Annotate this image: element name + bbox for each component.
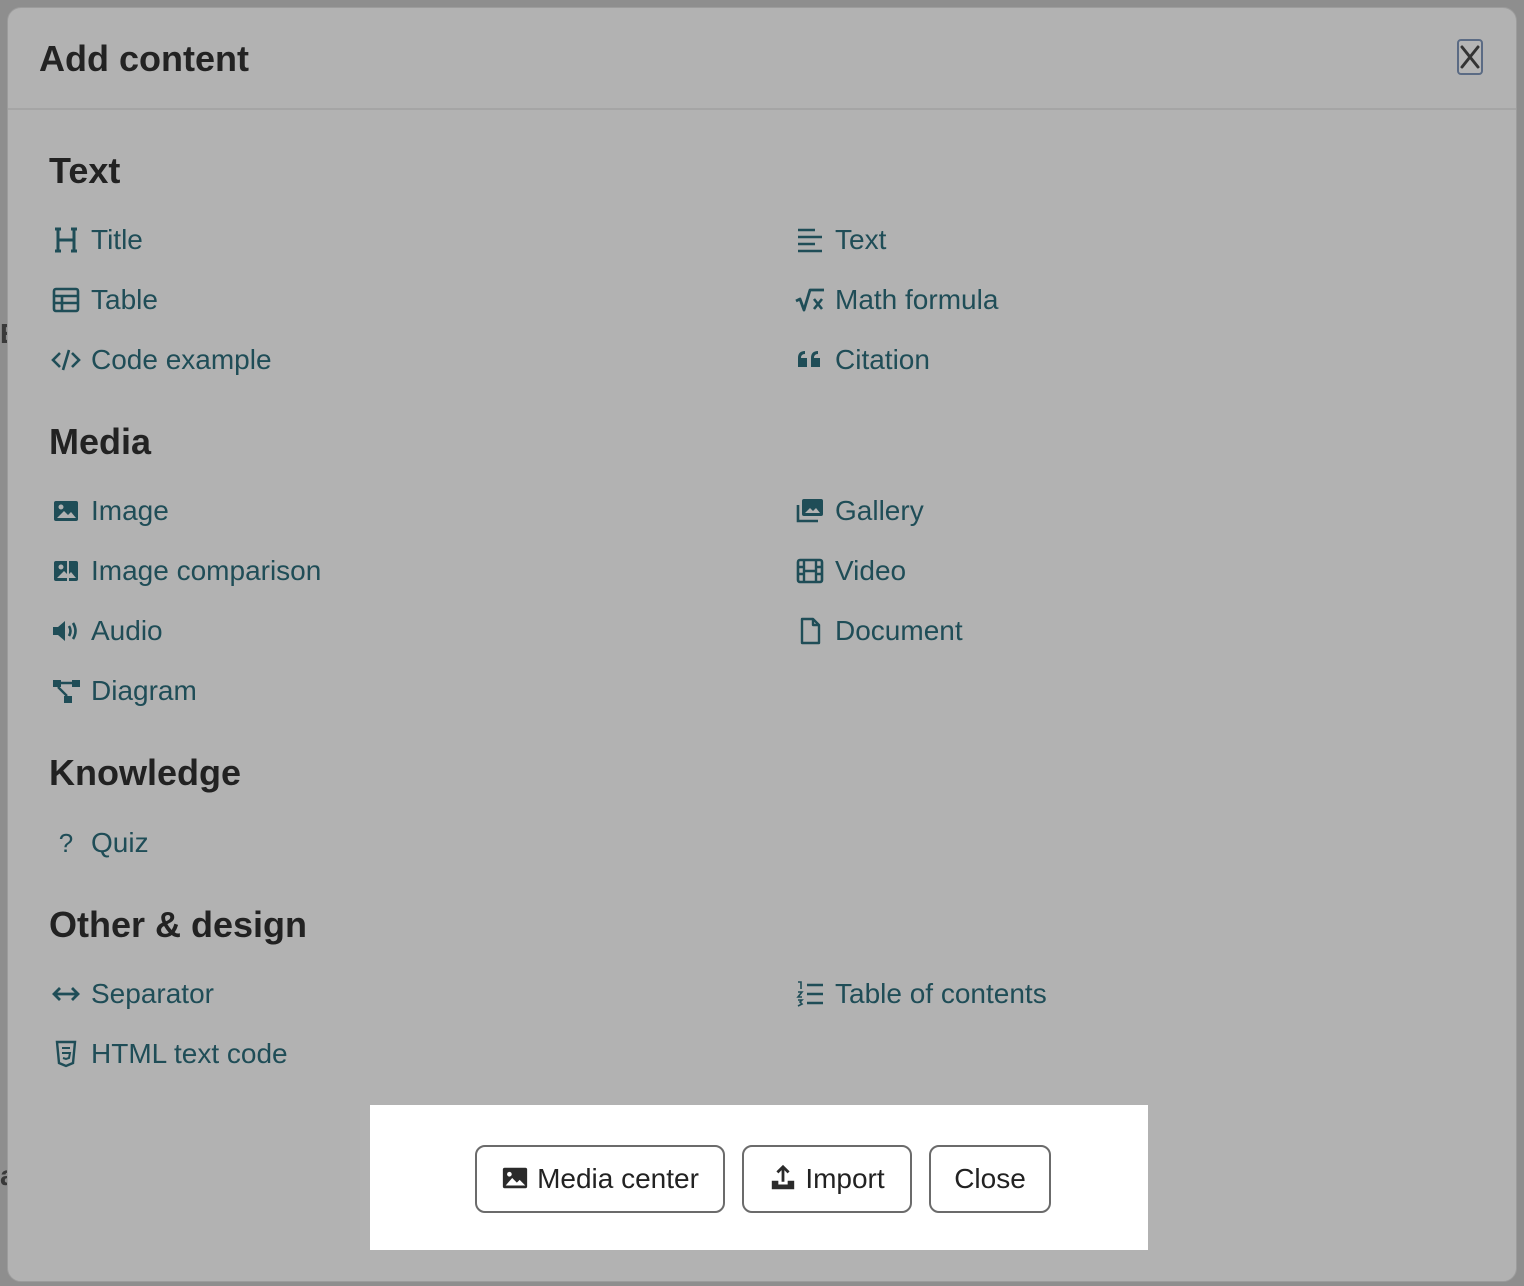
add-citation-item[interactable]: Citation xyxy=(793,340,930,380)
item-label: Table xyxy=(91,284,158,315)
quote-icon xyxy=(793,343,827,377)
add-diagram-item[interactable]: Diagram xyxy=(49,671,197,711)
upload-icon xyxy=(769,1164,799,1194)
add-title-item[interactable]: Title xyxy=(49,220,143,260)
diagram-icon xyxy=(49,674,83,708)
close-dialog-button[interactable] xyxy=(1457,39,1483,75)
section-title-media: Media xyxy=(49,421,152,462)
image-icon xyxy=(501,1164,531,1194)
section-title-other: Other & design xyxy=(49,904,308,945)
item-label: HTML text code xyxy=(91,1038,288,1069)
film-icon xyxy=(793,554,827,588)
html5-icon xyxy=(49,1037,83,1071)
add-html-text-code-item[interactable]: HTML text code xyxy=(49,1034,288,1074)
add-image-comparison-item[interactable]: Image comparison xyxy=(49,551,321,591)
button-label: Close xyxy=(954,1163,1026,1194)
arrows-horizontal-icon xyxy=(49,977,83,1011)
image-icon xyxy=(49,494,83,528)
add-math-formula-item[interactable]: Math formula xyxy=(793,280,998,320)
question-icon: ? xyxy=(49,826,83,860)
add-video-item[interactable]: Video xyxy=(793,551,906,591)
image-comparison-icon xyxy=(49,554,83,588)
add-image-item[interactable]: Image xyxy=(49,491,169,531)
file-icon xyxy=(793,614,827,648)
item-label: Math formula xyxy=(835,284,999,315)
item-label: Gallery xyxy=(835,495,924,526)
volume-icon xyxy=(49,614,83,648)
add-gallery-item[interactable]: Gallery xyxy=(793,491,924,531)
item-label: Image xyxy=(91,495,169,526)
section-title-text: Text xyxy=(49,150,121,191)
item-label: Table of contents xyxy=(835,978,1047,1009)
add-separator-item[interactable]: Separator xyxy=(49,974,214,1014)
dialog-footer: Media center Import Close xyxy=(370,1105,1148,1250)
dialog-title: Add content xyxy=(39,38,249,79)
close-button[interactable]: Close xyxy=(929,1145,1051,1213)
item-label: Title xyxy=(91,224,143,255)
align-left-icon xyxy=(793,223,827,257)
media-center-button[interactable]: Media center xyxy=(475,1145,725,1213)
import-button[interactable]: Import xyxy=(742,1145,912,1213)
add-document-item[interactable]: Document xyxy=(793,611,963,651)
item-label: Citation xyxy=(835,344,930,375)
add-table-of-contents-item[interactable]: Table of contents xyxy=(793,974,1047,1014)
images-icon xyxy=(793,494,827,528)
item-label: Document xyxy=(835,615,963,646)
add-audio-item[interactable]: Audio xyxy=(49,611,163,651)
item-label: Image comparison xyxy=(91,555,322,586)
dialog-header: Add content xyxy=(8,8,1516,110)
heading-icon xyxy=(49,223,83,257)
table-icon xyxy=(49,283,83,317)
button-label: Import xyxy=(805,1163,885,1194)
code-icon xyxy=(49,343,83,377)
item-label: Video xyxy=(835,555,907,586)
item-label: Text xyxy=(835,224,887,255)
add-code-example-item[interactable]: Code example xyxy=(49,340,272,380)
add-text-item[interactable]: Text xyxy=(793,220,886,260)
button-label: Media center xyxy=(537,1163,699,1194)
close-icon xyxy=(1460,45,1480,69)
add-content-dialog: Add content Text Title Text Table Math f… xyxy=(7,7,1517,1282)
item-label: Code example xyxy=(91,344,272,375)
list-ol-icon xyxy=(793,977,827,1011)
svg-text:?: ? xyxy=(59,828,73,858)
item-label: Quiz xyxy=(91,827,149,858)
square-root-icon xyxy=(793,283,827,317)
item-label: Audio xyxy=(91,615,163,646)
item-label: Diagram xyxy=(91,675,197,706)
section-title-knowledge: Knowledge xyxy=(49,752,242,793)
item-label: Separator xyxy=(91,978,214,1009)
add-table-item[interactable]: Table xyxy=(49,280,158,320)
add-quiz-item[interactable]: ? Quiz xyxy=(49,823,149,863)
